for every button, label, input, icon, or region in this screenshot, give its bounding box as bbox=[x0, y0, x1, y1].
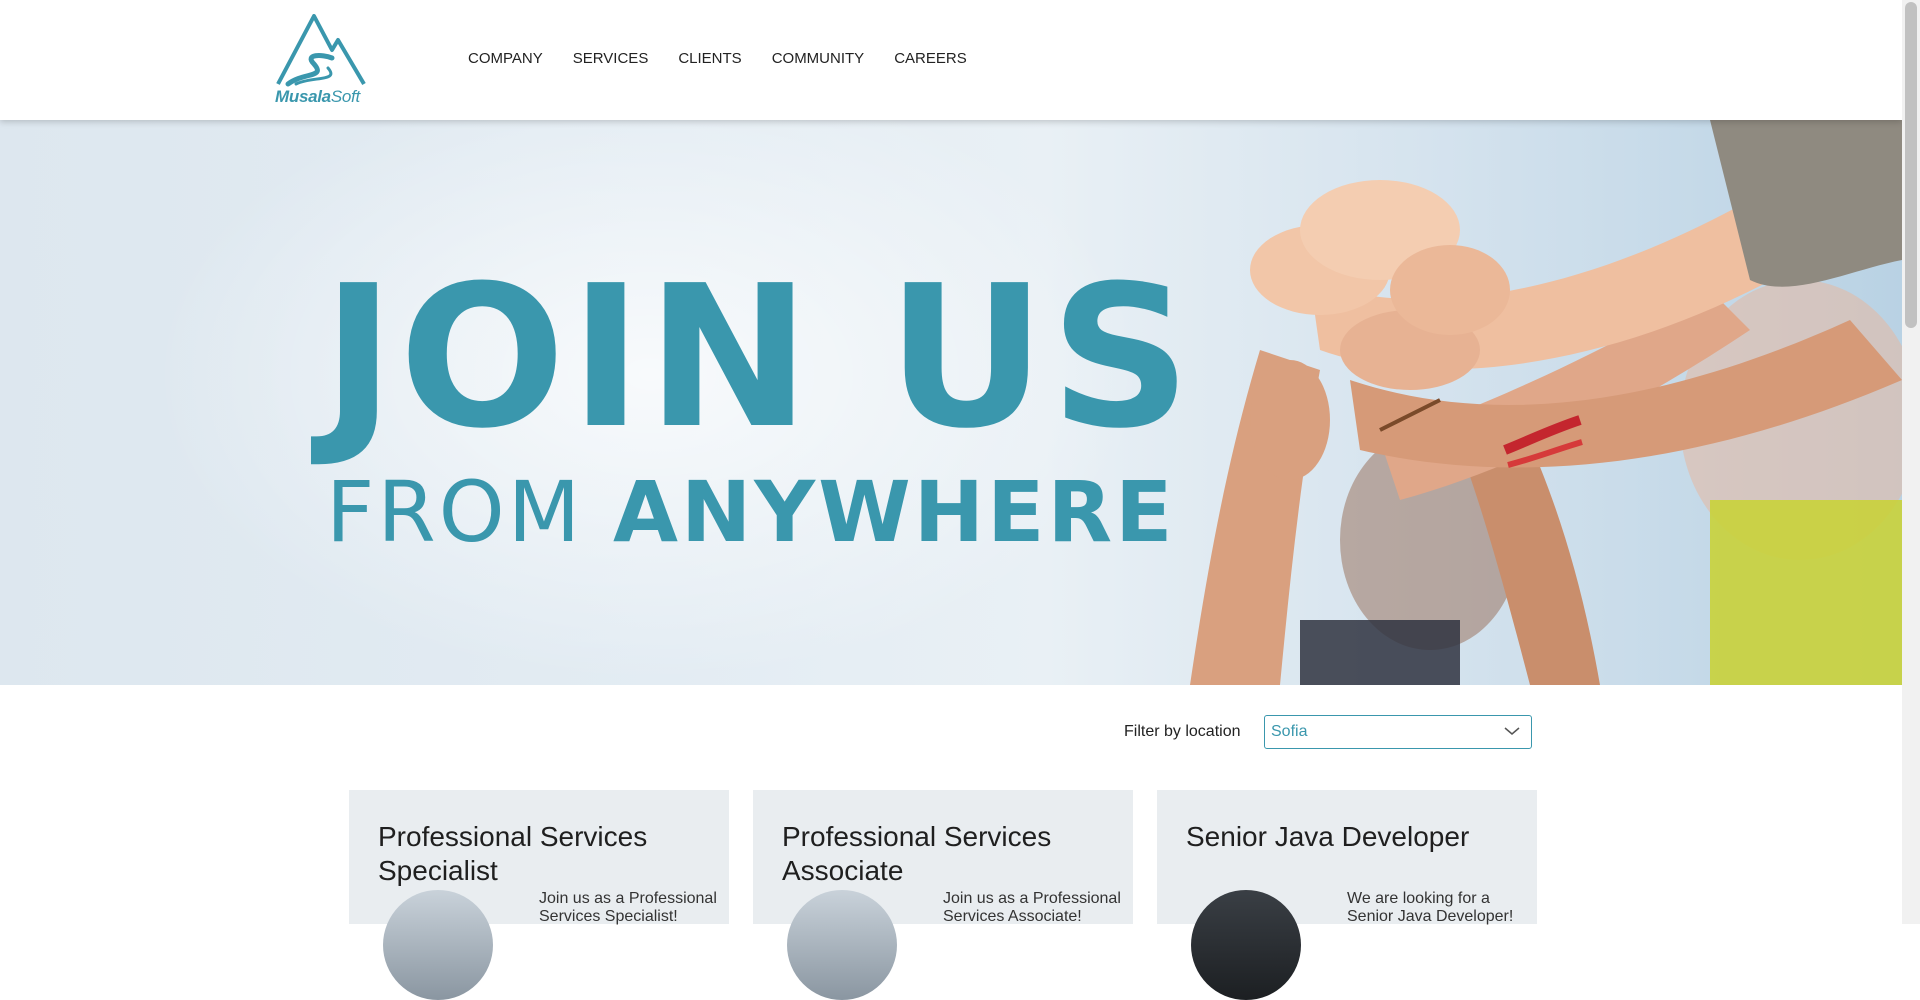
site-header: MusalaSoft COMPANY SERVICES CLIENTS COMM… bbox=[0, 0, 1902, 120]
nav-item-careers[interactable]: CAREERS bbox=[894, 50, 967, 67]
main-nav: COMPANY SERVICES CLIENTS COMMUNITY CAREE… bbox=[468, 50, 997, 67]
job-image bbox=[1191, 890, 1301, 1000]
job-card[interactable]: Professional Services Specialist Join us… bbox=[349, 790, 729, 1000]
hero-subtitle: FROM ANYWHERE bbox=[326, 463, 1176, 561]
company-logo[interactable]: MusalaSoft bbox=[274, 14, 368, 106]
scrollbar-thumb[interactable] bbox=[1905, 2, 1917, 328]
mountain-logo-icon bbox=[276, 14, 366, 87]
hero-title: JOIN US bbox=[322, 244, 1196, 472]
job-title[interactable]: Professional Services Associate bbox=[782, 820, 1122, 888]
job-description: Join us as a Professional Services Assoc… bbox=[943, 890, 1121, 925]
nav-item-clients[interactable]: CLIENTS bbox=[678, 50, 741, 67]
job-title[interactable]: Professional Services Specialist bbox=[378, 820, 718, 888]
job-image bbox=[383, 890, 493, 1000]
nav-item-company[interactable]: COMPANY bbox=[468, 50, 543, 67]
location-select[interactable]: Sofia bbox=[1264, 715, 1532, 749]
job-description: Join us as a Professional Services Speci… bbox=[539, 890, 717, 925]
hero-banner: JOIN US FROM ANYWHERE bbox=[0, 120, 1902, 685]
nav-item-community[interactable]: COMMUNITY bbox=[772, 50, 865, 67]
location-select-value: Sofia bbox=[1271, 723, 1308, 740]
chevron-down-icon bbox=[1504, 727, 1520, 735]
job-card[interactable]: Professional Services Associate Join us … bbox=[753, 790, 1133, 1000]
nav-item-services[interactable]: SERVICES bbox=[573, 50, 649, 67]
job-title[interactable]: Senior Java Developer bbox=[1186, 820, 1526, 854]
filter-label: Filter by location bbox=[1124, 723, 1241, 740]
job-image bbox=[787, 890, 897, 1000]
job-description: We are looking for a Senior Java Develop… bbox=[1347, 890, 1514, 925]
page-scrollbar[interactable] bbox=[1902, 0, 1920, 924]
job-card[interactable]: Senior Java Developer We are looking for… bbox=[1157, 790, 1537, 1000]
logo-text: MusalaSoft bbox=[275, 87, 360, 106]
hands-together-image bbox=[1190, 120, 1902, 685]
